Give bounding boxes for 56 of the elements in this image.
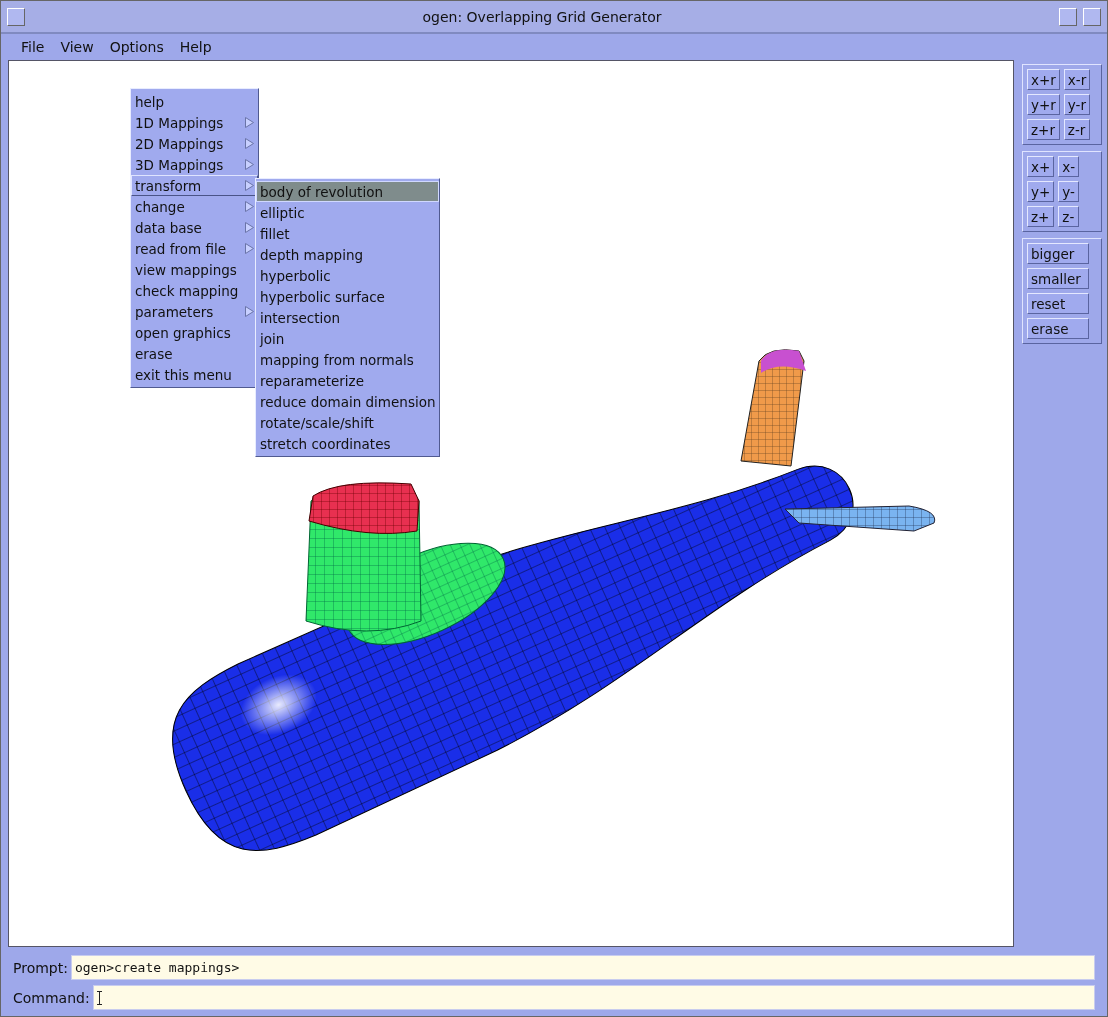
minimize-button[interactable] bbox=[1059, 7, 1077, 26]
menu-item[interactable]: exit this menu bbox=[131, 364, 258, 385]
view-button[interactable]: y-r bbox=[1063, 94, 1091, 115]
command-field[interactable] bbox=[92, 985, 1095, 1010]
menu-item[interactable]: mapping from normals bbox=[256, 349, 439, 370]
menu-item[interactable]: transform bbox=[131, 175, 258, 196]
prompt-field[interactable]: ogen>create mappings> bbox=[70, 955, 1095, 980]
menu-item[interactable]: read from file bbox=[131, 238, 258, 259]
view-button[interactable]: y- bbox=[1058, 181, 1080, 202]
view-button[interactable]: y+r bbox=[1027, 94, 1060, 115]
view-button[interactable]: erase bbox=[1027, 318, 1089, 339]
menu-item[interactable]: parameters bbox=[131, 301, 258, 322]
menu-item[interactable]: hyperbolic surface bbox=[256, 286, 439, 307]
view-button[interactable]: x-r bbox=[1063, 69, 1091, 90]
view-button[interactable]: x- bbox=[1058, 156, 1080, 177]
view-button[interactable]: smaller bbox=[1027, 268, 1089, 289]
menu-item[interactable]: 1D Mappings bbox=[131, 112, 258, 133]
menubar-item[interactable]: View bbox=[52, 39, 102, 55]
menu-item[interactable]: check mapping bbox=[131, 280, 258, 301]
menu-item[interactable]: rotate/scale/shift bbox=[256, 412, 439, 433]
command-label: Command: bbox=[13, 989, 90, 1006]
menubar-item[interactable]: File bbox=[13, 39, 53, 55]
view-button[interactable]: reset bbox=[1027, 293, 1089, 314]
menu-item[interactable]: view mappings bbox=[131, 259, 258, 280]
view-button[interactable]: bigger bbox=[1027, 243, 1089, 264]
menubar-item[interactable]: Help bbox=[171, 39, 220, 55]
menu-item[interactable]: depth mapping bbox=[256, 244, 439, 265]
menu-item[interactable]: reparameterize bbox=[256, 370, 439, 391]
menu-item[interactable]: elliptic bbox=[256, 202, 439, 223]
maximize-button[interactable] bbox=[1083, 7, 1101, 26]
menu-item[interactable]: erase bbox=[131, 343, 258, 364]
menu-item[interactable]: join bbox=[256, 328, 439, 349]
view-button[interactable]: z- bbox=[1058, 206, 1080, 227]
text-cursor-icon bbox=[96, 990, 102, 1005]
window-title: ogen: Overlapping Grid Generator bbox=[421, 8, 663, 25]
menu-item[interactable]: open graphics bbox=[131, 322, 258, 343]
menu-item[interactable]: help bbox=[131, 91, 258, 112]
view-button[interactable]: x+r bbox=[1027, 69, 1060, 90]
menu-item[interactable]: reduce domain dimension bbox=[256, 391, 439, 412]
view-button[interactable]: x+ bbox=[1027, 156, 1055, 177]
menu-item[interactable]: body of revolution bbox=[256, 181, 439, 202]
view-button[interactable]: z+r bbox=[1027, 119, 1060, 140]
window-menu-button[interactable] bbox=[7, 7, 25, 26]
menu-item[interactable]: intersection bbox=[256, 307, 439, 328]
menu-item[interactable]: stretch coordinates bbox=[256, 433, 439, 454]
view-button[interactable]: z-r bbox=[1063, 119, 1091, 140]
prompt-label: Prompt: bbox=[13, 959, 68, 976]
menu-item[interactable]: change bbox=[131, 196, 258, 217]
menu-item[interactable]: fillet bbox=[256, 223, 439, 244]
menu-item[interactable]: 3D Mappings bbox=[131, 154, 258, 175]
menu-item[interactable]: hyperbolic bbox=[256, 265, 439, 286]
view-button[interactable]: y+ bbox=[1027, 181, 1055, 202]
menu-item[interactable]: 2D Mappings bbox=[131, 133, 258, 154]
view-button[interactable]: z+ bbox=[1027, 206, 1055, 227]
menubar-item[interactable]: Options bbox=[101, 39, 172, 55]
menu-item[interactable]: data base bbox=[131, 217, 258, 238]
